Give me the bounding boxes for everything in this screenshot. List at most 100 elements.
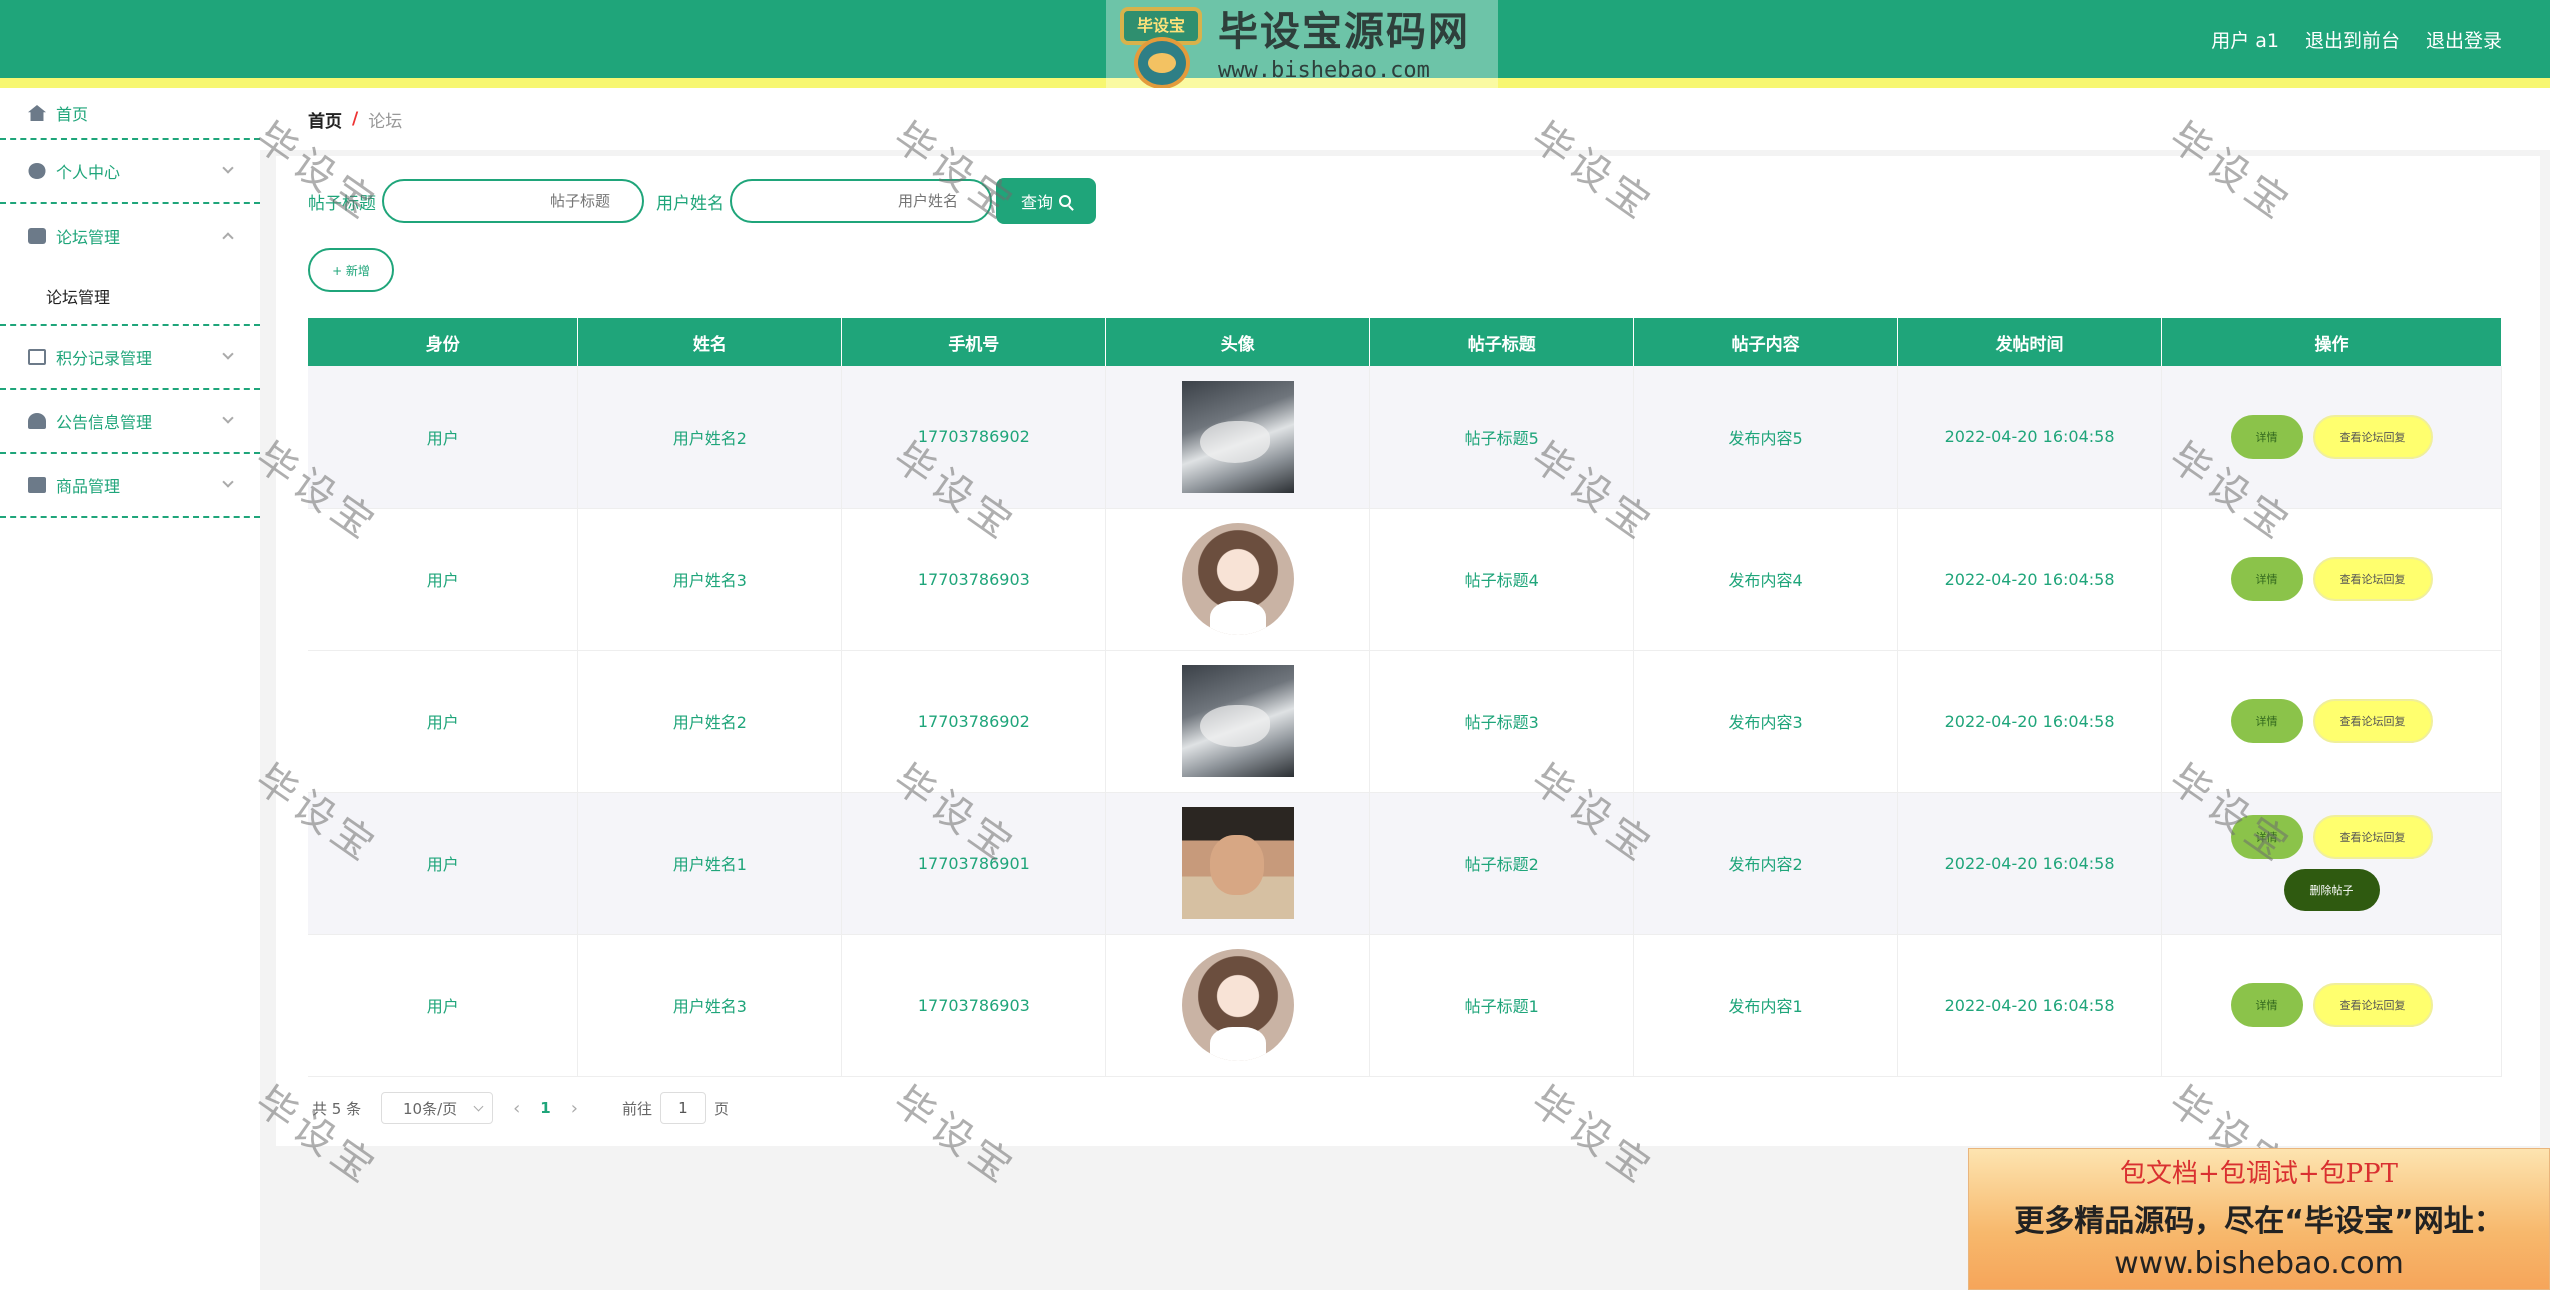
- promo-line-2: 更多精品源码，尽在“毕设宝”网址：: [2014, 1204, 2504, 1239]
- table-row: 用户 用户姓名3 17703786903 帖子标题1 发布内容1 2022-04…: [308, 934, 2502, 1077]
- logo-title: 毕设宝源码网: [1218, 8, 1470, 55]
- breadcrumb-separator: /: [352, 109, 359, 129]
- logo-url: www.bishebao.com: [1218, 57, 1430, 83]
- cell-phone: 17703786903: [841, 934, 1107, 1077]
- cell-name: 用户姓名3: [577, 934, 843, 1077]
- sidebar-item-points-records[interactable]: 积分记录管理: [0, 326, 260, 390]
- detail-button[interactable]: 详情: [2230, 557, 2303, 601]
- search-button[interactable]: 查询: [996, 178, 1096, 224]
- detail-button[interactable]: 详情: [2230, 815, 2303, 859]
- logo-mascot-icon: [1134, 37, 1190, 89]
- column-header[interactable]: 发帖时间: [1897, 318, 2163, 366]
- promo-url: www.bishebao.com: [2114, 1246, 2404, 1281]
- view-replies-button[interactable]: 查看论坛回复: [2312, 414, 2433, 459]
- cell-content: 发布内容3: [1633, 650, 1899, 793]
- chevron-down-icon: [222, 348, 234, 360]
- page-number[interactable]: 1: [540, 1099, 550, 1117]
- cell-title: 帖子标题1: [1369, 934, 1635, 1077]
- sidebar-item-personal-center[interactable]: 个人中心: [0, 140, 260, 204]
- breadcrumb-current: 论坛: [368, 111, 403, 132]
- column-header[interactable]: 手机号: [841, 318, 1107, 366]
- table-row: 用户 用户姓名1 17703786901 帖子标题2 发布内容2 2022-04…: [308, 792, 2502, 935]
- sidebar-item-label: 首页: [56, 105, 89, 124]
- next-page-icon[interactable]: ›: [571, 1098, 578, 1119]
- column-header[interactable]: 身份: [308, 318, 579, 366]
- cell-role: 用户: [308, 792, 579, 935]
- logout-link[interactable]: 退出登录: [2426, 26, 2502, 53]
- cell-time: 2022-04-20 16:04:58: [1897, 934, 2163, 1077]
- sidebar-item-label: 公告信息管理: [56, 413, 153, 432]
- column-header[interactable]: 操作: [2161, 318, 2502, 366]
- detail-button[interactable]: 详情: [2230, 414, 2303, 459]
- cell-time: 2022-04-20 16:04:58: [1897, 650, 2163, 793]
- page-size-select[interactable]: 10条/页: [381, 1092, 494, 1124]
- table-row: 用户 用户姓名2 17703786902 帖子标题3 发布内容3 2022-04…: [308, 650, 2502, 793]
- total-count: 共 5 条: [312, 1099, 362, 1118]
- column-header[interactable]: 姓名: [577, 318, 843, 366]
- breadcrumb: 首页 / 论坛: [260, 88, 2550, 150]
- sidebar-item-goods-management[interactable]: 商品管理: [0, 454, 260, 518]
- user-name-input[interactable]: [730, 179, 992, 223]
- avatar: [1181, 949, 1294, 1061]
- cell-title: 帖子标题2: [1369, 792, 1635, 935]
- sidebar-item-home[interactable]: 首页: [0, 88, 260, 140]
- cell-role: 用户: [308, 508, 579, 651]
- detail-button[interactable]: 详情: [2230, 699, 2303, 743]
- cell-name: 用户姓名3: [577, 508, 843, 651]
- home-icon: [28, 105, 46, 121]
- page-suffix: 页: [713, 1099, 729, 1118]
- column-header[interactable]: 帖子标题: [1369, 318, 1635, 366]
- cell-title: 帖子标题4: [1369, 508, 1635, 651]
- view-replies-button[interactable]: 查看论坛回复: [2312, 699, 2433, 743]
- cell-phone: 17703786903: [841, 508, 1107, 651]
- pagination: 共 5 条 10条/页 ‹ 1 › 前往 页: [312, 1092, 729, 1124]
- cell-content: 发布内容2: [1633, 792, 1899, 935]
- chevron-down-icon: [222, 162, 234, 174]
- chevron-down-icon: [222, 476, 234, 488]
- avatar: [1181, 665, 1294, 777]
- cell-title: 帖子标题3: [1369, 650, 1635, 793]
- site-logo: 毕设宝 毕设宝源码网 www.bishebao.com: [1106, 0, 1498, 90]
- table-row: 用户 用户姓名2 17703786902 帖子标题5 发布内容5 2022-04…: [308, 366, 2502, 509]
- prev-page-icon[interactable]: ‹: [513, 1098, 520, 1119]
- sidebar-item-notice-management[interactable]: 公告信息管理: [0, 390, 260, 454]
- cell-phone: 17703786902: [841, 650, 1107, 793]
- delete-post-button[interactable]: 删除帖子: [2283, 869, 2380, 911]
- cell-name: 用户姓名2: [577, 650, 843, 793]
- view-replies-button[interactable]: 查看论坛回复: [2312, 815, 2433, 859]
- avatar: [1181, 807, 1294, 919]
- cell-title: 帖子标题5: [1369, 366, 1635, 509]
- goto-page-input[interactable]: [659, 1092, 706, 1124]
- post-title-input[interactable]: [382, 179, 644, 223]
- cell-role: 用户: [308, 934, 579, 1077]
- goods-icon: [28, 477, 46, 493]
- sidebar-item-label: 个人中心: [56, 163, 121, 182]
- cell-content: 发布内容5: [1633, 366, 1899, 509]
- sidebar-subitem-forum-management[interactable]: 论坛管理: [0, 268, 260, 326]
- column-header[interactable]: 帖子内容: [1633, 318, 1899, 366]
- table-header-row: 身份 姓名 手机号 头像 帖子标题 帖子内容 发帖时间 操作: [308, 318, 2502, 366]
- forum-table: 身份 姓名 手机号 头像 帖子标题 帖子内容 发帖时间 操作 用户 用户姓名2 …: [308, 318, 2502, 1077]
- search-icon: [1059, 195, 1071, 207]
- cell-name: 用户姓名1: [577, 792, 843, 935]
- cell-role: 用户: [308, 650, 579, 793]
- forum-icon: [28, 228, 46, 244]
- detail-button[interactable]: 详情: [2230, 983, 2303, 1027]
- cell-phone: 17703786902: [841, 366, 1107, 509]
- back-to-front-link[interactable]: 退出到前台: [2305, 26, 2400, 53]
- table-row: 用户 用户姓名3 17703786903 帖子标题4 发布内容4 2022-04…: [308, 508, 2502, 651]
- column-header[interactable]: 头像: [1105, 318, 1371, 366]
- view-replies-button[interactable]: 查看论坛回复: [2312, 557, 2433, 601]
- cell-name: 用户姓名2: [577, 366, 843, 509]
- promo-banner[interactable]: 包文档+包调试+包PPT 更多精品源码，尽在“毕设宝”网址： www.bishe…: [1968, 1148, 2550, 1290]
- current-user[interactable]: 用户 a1: [2211, 26, 2279, 53]
- chevron-up-icon: [222, 232, 234, 244]
- breadcrumb-home[interactable]: 首页: [308, 107, 342, 132]
- view-replies-button[interactable]: 查看论坛回复: [2312, 983, 2433, 1027]
- post-title-label: 帖子标题: [308, 193, 376, 214]
- cell-phone: 17703786901: [841, 792, 1107, 935]
- sidebar-item-label: 积分记录管理: [56, 349, 153, 368]
- logo-badge: 毕设宝: [1112, 1, 1210, 89]
- add-button[interactable]: + 新增: [308, 248, 394, 292]
- sidebar-item-forum-management[interactable]: 论坛管理: [0, 204, 260, 268]
